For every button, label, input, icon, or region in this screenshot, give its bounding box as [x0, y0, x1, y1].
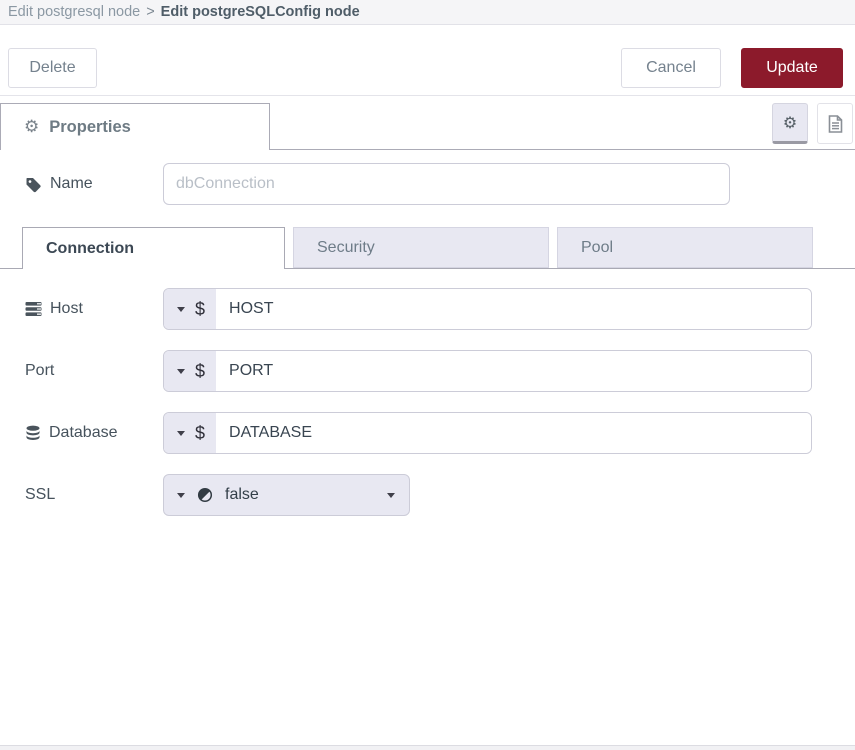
database-type-select-button[interactable]: $ — [164, 413, 216, 453]
chevron-down-icon — [177, 307, 185, 312]
env-var-type-icon: $ — [195, 299, 205, 320]
ssl-label: SSL — [25, 486, 163, 504]
port-label-text: Port — [25, 362, 54, 380]
ssl-select[interactable]: false — [163, 474, 410, 516]
port-label: Port — [25, 362, 163, 380]
port-type-select-button[interactable]: $ — [164, 351, 216, 391]
tab-pool-label: Pool — [581, 239, 613, 257]
host-typed-input: $ — [163, 288, 812, 330]
bottom-divider — [0, 745, 855, 750]
host-label-text: Host — [50, 300, 83, 318]
update-button[interactable]: Update — [741, 48, 843, 88]
port-typed-input: $ — [163, 350, 812, 392]
name-row: Name — [25, 163, 855, 205]
database-input[interactable] — [216, 413, 811, 453]
node-settings-button[interactable]: ⚙ — [772, 103, 808, 144]
env-var-type-icon: $ — [195, 361, 205, 382]
edit-tray-toolbar: Delete Cancel Update — [0, 25, 855, 96]
name-label: Name — [25, 175, 163, 193]
delete-button[interactable]: Delete — [8, 48, 97, 88]
host-input[interactable] — [216, 289, 811, 329]
port-row: Port $ — [25, 350, 855, 392]
host-label: Host — [25, 300, 163, 318]
boolean-type-icon — [197, 487, 213, 503]
chevron-down-icon — [177, 431, 185, 436]
properties-tab-label: Properties — [49, 118, 131, 137]
tab-security-label: Security — [317, 239, 375, 257]
database-label-text: Database — [49, 424, 118, 442]
tab-pool[interactable]: Pool — [557, 227, 813, 268]
name-label-text: Name — [50, 175, 93, 193]
cancel-button[interactable]: Cancel — [621, 48, 721, 88]
database-label: Database — [25, 424, 163, 442]
breadcrumb-separator: > — [146, 4, 154, 20]
node-edit-form: Name Connection Security Pool — [0, 150, 855, 516]
breadcrumb-current: Edit postgreSQLConfig node — [161, 4, 360, 20]
breadcrumb: Edit postgresql node > Edit postgreSQLCo… — [0, 0, 855, 25]
database-row: Database $ — [25, 412, 855, 454]
document-icon — [828, 115, 843, 133]
host-row: Host $ — [25, 288, 855, 330]
tab-connection[interactable]: Connection — [22, 227, 285, 269]
breadcrumb-parent-link[interactable]: Edit postgresql node — [8, 4, 140, 20]
env-var-type-icon: $ — [195, 423, 205, 444]
ssl-value: false — [225, 486, 375, 504]
ssl-label-text: SSL — [25, 486, 55, 504]
name-input[interactable] — [163, 163, 730, 205]
port-input[interactable] — [216, 351, 811, 391]
editor-tab-bar: ⚙ Properties ⚙ — [0, 96, 855, 150]
database-typed-input: $ — [163, 412, 812, 454]
ssl-row: SSL false — [25, 474, 855, 516]
tab-connection-label: Connection — [46, 240, 134, 258]
database-icon — [25, 425, 41, 442]
chevron-down-icon — [177, 493, 185, 498]
gear-icon: ⚙ — [783, 115, 797, 131]
tab-properties[interactable]: ⚙ Properties — [0, 103, 270, 150]
gear-icon: ⚙ — [24, 119, 39, 136]
tab-security[interactable]: Security — [293, 227, 549, 268]
server-icon — [25, 301, 42, 317]
tag-icon — [25, 176, 42, 193]
host-type-select-button[interactable]: $ — [164, 289, 216, 329]
chevron-down-icon — [387, 493, 395, 498]
connection-fields: Host $ Port $ — [25, 269, 855, 516]
config-tabs: Connection Security Pool — [0, 228, 855, 269]
editor-tab-mini-buttons: ⚙ — [772, 103, 853, 144]
node-description-button[interactable] — [817, 103, 853, 144]
chevron-down-icon — [177, 369, 185, 374]
